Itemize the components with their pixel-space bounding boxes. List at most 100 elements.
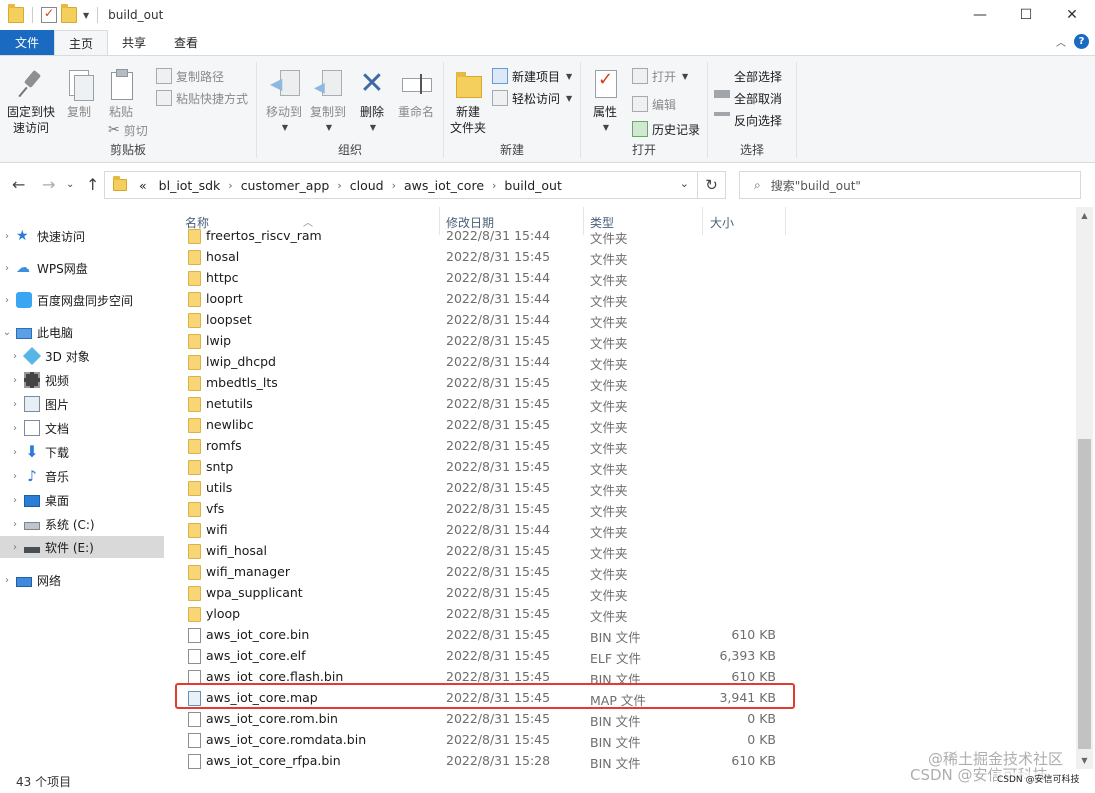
- chevron-right-icon[interactable]: ›: [0, 295, 14, 306]
- chevron-right-icon[interactable]: ›: [0, 575, 14, 586]
- table-row[interactable]: wpa_supplicant 2022/8/31 15:45 文件夹: [175, 583, 1075, 604]
- maximize-button[interactable]: ☐: [1003, 0, 1049, 30]
- chevron-right-icon[interactable]: ›: [490, 179, 498, 192]
- open-button[interactable]: 打开 ▼: [632, 66, 688, 86]
- tab-file[interactable]: 文件: [0, 30, 55, 55]
- collapse-ribbon-icon[interactable]: ︿: [1056, 34, 1066, 49]
- cut-button[interactable]: ✂ 剪切: [108, 120, 148, 140]
- sidebar-item-network[interactable]: › 网络: [0, 569, 164, 591]
- copy-to-button[interactable]: 复制到 ▼: [304, 64, 352, 136]
- chevron-down-icon[interactable]: ⌄: [680, 177, 689, 190]
- copy-path-button[interactable]: 复制路径: [156, 66, 224, 86]
- chevron-right-icon[interactable]: ›: [390, 179, 398, 192]
- breadcrumb-overflow[interactable]: «: [133, 178, 153, 193]
- back-arrow-icon[interactable]: ←: [12, 175, 25, 194]
- select-all-button[interactable]: 全部选择: [714, 66, 782, 86]
- table-row[interactable]: wifi 2022/8/31 15:44 文件夹: [175, 520, 1075, 541]
- refresh-button[interactable]: ↻: [698, 171, 726, 199]
- address-bar[interactable]: « bl_iot_sdk › customer_app › cloud › aw…: [104, 171, 698, 199]
- invert-selection-button[interactable]: 反向选择: [714, 110, 782, 130]
- table-row[interactable]: utils 2022/8/31 15:45 文件夹: [175, 478, 1075, 499]
- sidebar-item-desktop[interactable]: › 桌面: [0, 489, 164, 511]
- delete-button[interactable]: ✕ 删除 ▼: [350, 64, 394, 136]
- chevron-right-icon[interactable]: ›: [0, 231, 14, 242]
- table-row[interactable]: wifi_manager 2022/8/31 15:45 文件夹: [175, 562, 1075, 583]
- table-row[interactable]: looprt 2022/8/31 15:44 文件夹: [175, 289, 1075, 310]
- sidebar-item-3d-objects[interactable]: › 3D 对象: [0, 345, 164, 367]
- table-row[interactable]: loopset 2022/8/31 15:44 文件夹: [175, 310, 1075, 331]
- minimize-button[interactable]: —: [957, 0, 1003, 30]
- chevron-right-icon[interactable]: ›: [0, 263, 14, 274]
- chevron-right-icon[interactable]: ›: [8, 447, 22, 458]
- table-row[interactable]: romfs 2022/8/31 15:45 文件夹: [175, 436, 1075, 457]
- table-row[interactable]: newlibc 2022/8/31 15:45 文件夹: [175, 415, 1075, 436]
- tab-view[interactable]: 查看: [160, 30, 212, 55]
- sidebar-item-pictures[interactable]: › 图片: [0, 393, 164, 415]
- table-row[interactable]: yloop 2022/8/31 15:45 文件夹: [175, 604, 1075, 625]
- new-folder-icon[interactable]: [61, 4, 77, 23]
- up-arrow-icon[interactable]: ↑: [86, 175, 99, 194]
- vertical-scrollbar[interactable]: ▲ ▼: [1076, 207, 1093, 769]
- sidebar-item-wps-drive[interactable]: › ☁ WPS网盘: [0, 257, 164, 279]
- chevron-right-icon[interactable]: ›: [335, 179, 343, 192]
- table-row[interactable]: wifi_hosal 2022/8/31 15:45 文件夹: [175, 541, 1075, 562]
- close-button[interactable]: ✕: [1049, 0, 1095, 30]
- pin-to-quick-access-button[interactable]: 固定到快 速访问: [4, 64, 58, 136]
- breadcrumb-item[interactable]: build_out: [498, 178, 567, 193]
- chevron-right-icon[interactable]: ›: [8, 542, 22, 553]
- chevron-down-icon[interactable]: ⌄: [0, 327, 14, 338]
- forward-arrow-icon[interactable]: →: [42, 175, 55, 194]
- properties-button[interactable]: 属性 ▼: [582, 64, 628, 136]
- scroll-down-icon[interactable]: ▼: [1076, 752, 1093, 769]
- scroll-up-icon[interactable]: ▲: [1076, 207, 1093, 224]
- search-input[interactable]: ⌕ 搜索"build_out": [739, 171, 1081, 199]
- chevron-right-icon[interactable]: ›: [8, 471, 22, 482]
- table-row[interactable]: httpc 2022/8/31 15:44 文件夹: [175, 268, 1075, 289]
- table-row[interactable]: netutils 2022/8/31 15:45 文件夹: [175, 394, 1075, 415]
- history-button[interactable]: 历史记录: [632, 119, 700, 139]
- table-row[interactable]: hosal 2022/8/31 15:45 文件夹: [175, 247, 1075, 268]
- select-none-button[interactable]: 全部取消: [714, 88, 782, 108]
- scrollbar-thumb[interactable]: [1078, 439, 1091, 749]
- easy-access-button[interactable]: 轻松访问 ▼: [492, 88, 572, 108]
- breadcrumb-item[interactable]: cloud: [344, 178, 390, 193]
- tab-home[interactable]: 主页: [54, 30, 109, 55]
- move-to-button[interactable]: 移动到 ▼: [260, 64, 308, 136]
- sidebar-item-this-pc[interactable]: ⌄ 此电脑: [0, 321, 164, 343]
- sidebar-item-drive-c[interactable]: › 系统 (C:): [0, 513, 164, 535]
- chevron-right-icon[interactable]: ›: [8, 399, 22, 410]
- table-row[interactable]: vfs 2022/8/31 15:45 文件夹: [175, 499, 1075, 520]
- chevron-right-icon[interactable]: ›: [8, 375, 22, 386]
- properties-icon[interactable]: [41, 6, 57, 23]
- new-item-button[interactable]: 新建项目 ▼: [492, 66, 572, 86]
- table-row[interactable]: lwip 2022/8/31 15:45 文件夹: [175, 331, 1075, 352]
- sidebar-item-drive-e[interactable]: › 软件 (E:): [0, 536, 164, 558]
- breadcrumb-item[interactable]: bl_iot_sdk: [153, 178, 227, 193]
- table-row[interactable]: aws_iot_core.bin 2022/8/31 15:45 BIN 文件 610…: [175, 625, 1075, 646]
- chevron-right-icon[interactable]: ›: [8, 423, 22, 434]
- table-row[interactable]: freertos_riscv_ram 2022/8/31 15:44 文件夹: [175, 226, 1075, 247]
- sidebar-item-documents[interactable]: › 文档: [0, 417, 164, 439]
- table-row[interactable]: mbedtls_lts 2022/8/31 15:45 文件夹: [175, 373, 1075, 394]
- rename-button[interactable]: 重命名: [392, 64, 440, 120]
- breadcrumb-item[interactable]: aws_iot_core: [398, 178, 490, 193]
- chevron-right-icon[interactable]: ›: [8, 495, 22, 506]
- table-row[interactable]: aws_iot_core.elf 2022/8/31 15:45 ELF 文件 6,3…: [175, 646, 1075, 667]
- chevron-down-icon[interactable]: ▼: [83, 11, 89, 20]
- table-row[interactable]: sntp 2022/8/31 15:45 文件夹: [175, 457, 1075, 478]
- table-row[interactable]: aws_iot_core.rom.bin 2022/8/31 15:45 BIN 文…: [175, 709, 1075, 730]
- paste-shortcut-button[interactable]: 粘贴快捷方式: [156, 88, 248, 108]
- sidebar-item-music[interactable]: › ♪ 音乐: [0, 465, 164, 487]
- sidebar-item-baidu-sync[interactable]: › 百度网盘同步空间: [0, 289, 164, 311]
- sidebar-item-downloads[interactable]: › ⬇ 下载: [0, 441, 164, 463]
- table-row[interactable]: lwip_dhcpd 2022/8/31 15:44 文件夹: [175, 352, 1075, 373]
- chevron-right-icon[interactable]: ›: [226, 179, 234, 192]
- sidebar-item-videos[interactable]: › 视频: [0, 369, 164, 391]
- new-folder-button[interactable]: 新建 文件夹: [444, 64, 492, 136]
- chevron-right-icon[interactable]: ›: [8, 351, 22, 362]
- sidebar-item-quick-access[interactable]: › ★ 快速访问: [0, 225, 164, 247]
- tab-share[interactable]: 共享: [108, 30, 160, 55]
- help-icon[interactable]: ?: [1074, 34, 1089, 49]
- recent-locations-chevron-icon[interactable]: ⌄: [66, 179, 74, 190]
- breadcrumb-item[interactable]: customer_app: [235, 178, 336, 193]
